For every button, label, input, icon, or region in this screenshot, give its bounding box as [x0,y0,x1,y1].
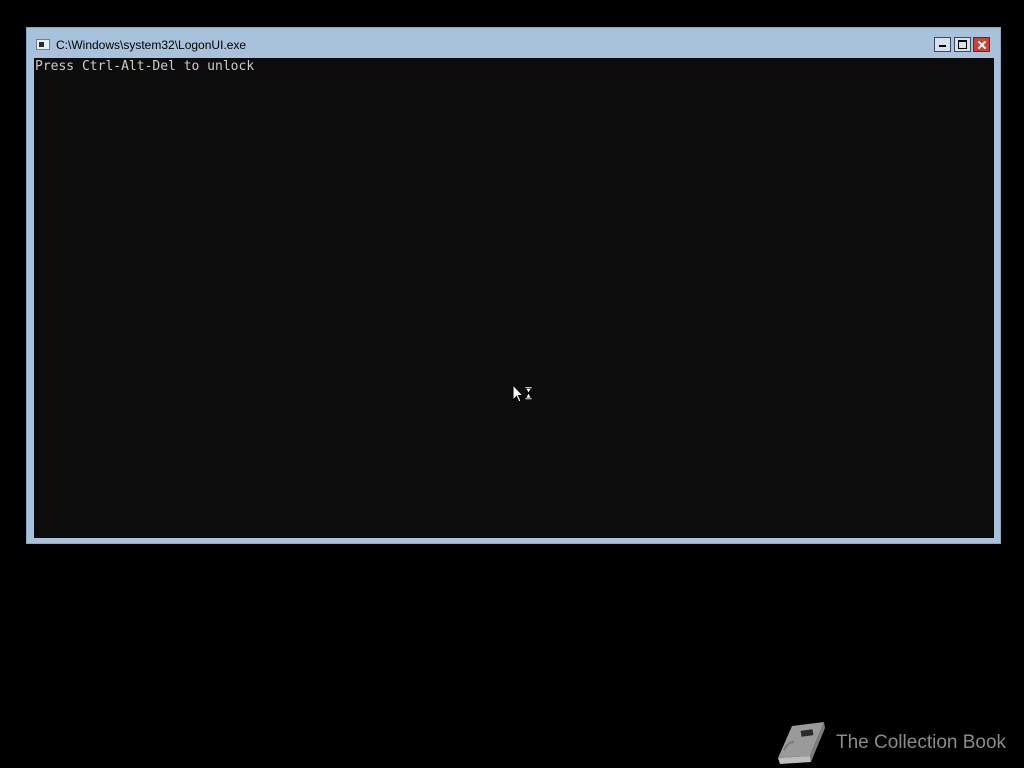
close-button[interactable] [973,37,990,52]
console-app-icon[interactable] [36,39,50,50]
book-icon [778,722,825,764]
desktop: C:\Windows\system32\LogonUI.exe Press Ct… [0,0,1024,768]
minimize-button[interactable] [934,37,951,52]
console-output-area[interactable]: Press Ctrl-Alt-Del to unlock [34,58,994,538]
console-window[interactable]: C:\Windows\system32\LogonUI.exe Press Ct… [26,27,1001,544]
maximize-button[interactable] [954,37,971,52]
console-line: Press Ctrl-Alt-Del to unlock [35,59,255,74]
watermark-text: The Collection Book [836,732,1007,753]
busy-pointer-icon [512,383,536,406]
window-title: C:\Windows\system32\LogonUI.exe [56,38,247,52]
title-bar[interactable]: C:\Windows\system32\LogonUI.exe [27,28,1000,58]
watermark: The Collection Book [774,720,1014,766]
